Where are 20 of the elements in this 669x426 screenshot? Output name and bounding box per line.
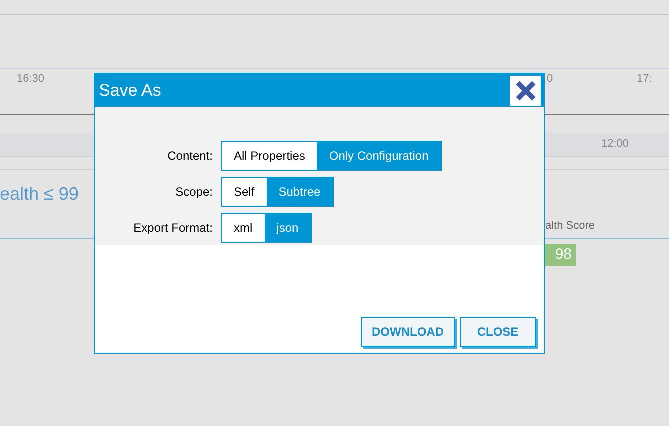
segment-option[interactable]: Only Configuration [317, 142, 441, 170]
filter-title: ealth ≤ 99 [0, 183, 79, 206]
time-label: 0 [547, 72, 554, 87]
segment-option[interactable]: All Properties [222, 142, 318, 170]
close-button[interactable] [510, 76, 541, 106]
time-label: 12:00 [601, 137, 629, 152]
close-icon [514, 80, 536, 102]
time-label: 17: [637, 72, 652, 87]
segment-option[interactable]: Subtree [266, 178, 333, 206]
segment-option[interactable]: Self [222, 178, 267, 206]
column-header: alth Score [545, 218, 595, 234]
segment-option[interactable]: xml [222, 214, 265, 242]
time-label: 16:30 [17, 72, 46, 87]
option-label: Export Format: [132, 220, 214, 237]
option-label: Scope: [174, 184, 214, 201]
option-label: Content: [166, 148, 214, 165]
dialog-title: Save As [99, 80, 162, 102]
dialog-button[interactable]: CLOSE [460, 317, 536, 347]
segment-option[interactable]: json [264, 214, 311, 242]
dialog-button[interactable]: DOWNLOAD [361, 317, 455, 347]
